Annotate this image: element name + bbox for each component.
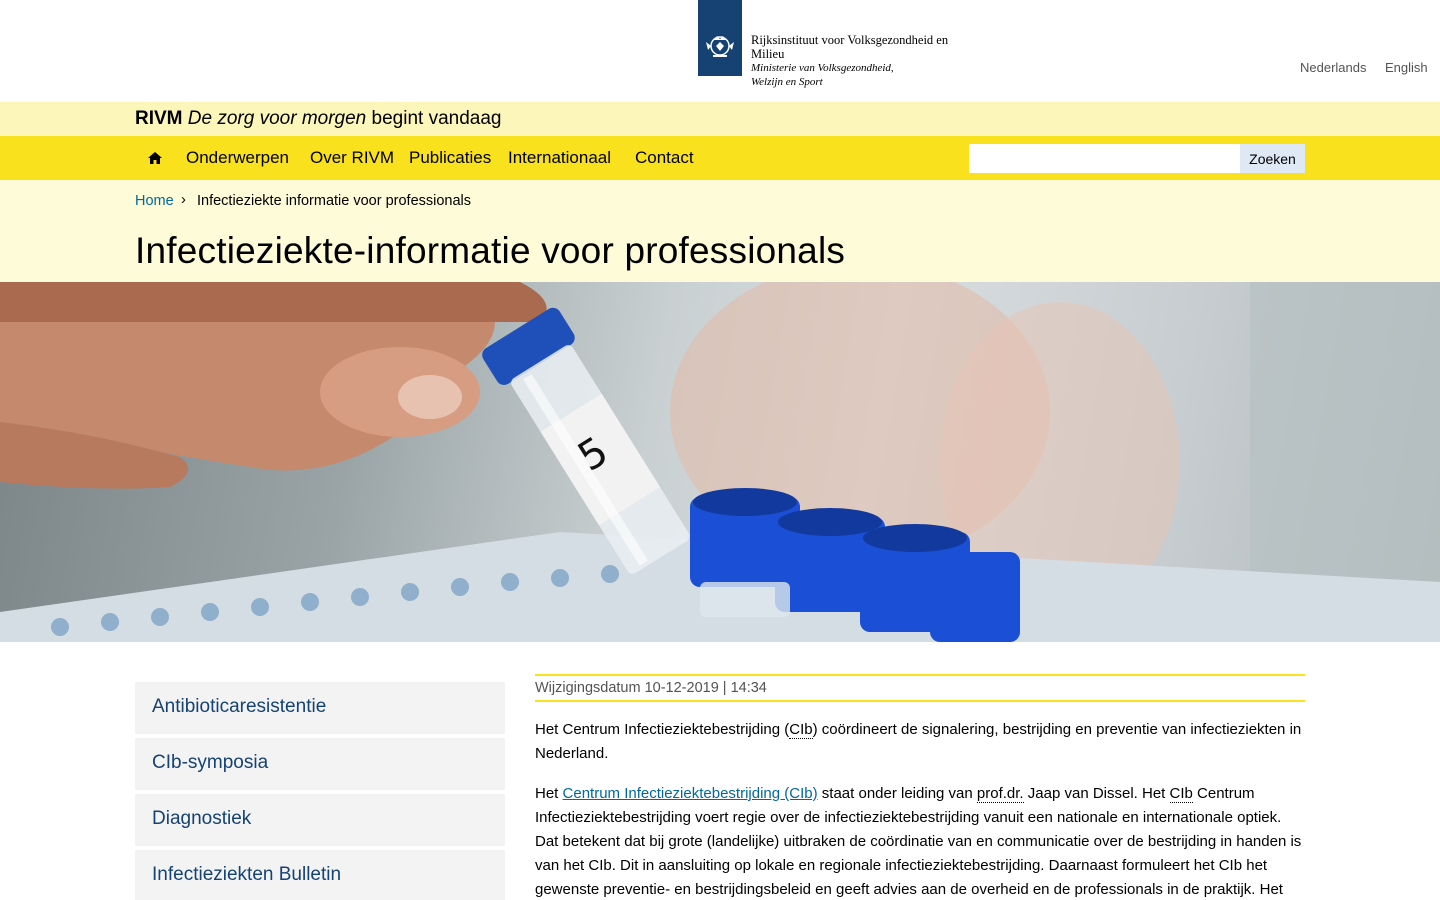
p1-text-a: Het Centrum Infectieziektebestrijding ( [535,721,790,738]
intro-paragraph: Het Centrum Infectieziektebestrijding (C… [535,718,1307,766]
slogan-brand: RIVM [135,108,183,129]
p2-text-b: staat onder leiding van [817,785,977,802]
cib-abbreviation: CIb [789,721,813,739]
slogan: RIVM De zorg voor morgen begint vandaag [135,108,501,130]
cib-abbreviation-2: CIb [1169,785,1193,803]
breadcrumb-current: Infectieziekte informatie voor professio… [197,193,472,209]
page-title: Infectieziekte-informatie voor professio… [135,230,846,271]
breadcrumb-home-link[interactable]: Home [135,193,174,209]
main-navigation: Onderwerpen Over RIVM Publicaties Intern… [0,136,1440,180]
sidebar-item-label: CIb-symposia [152,752,269,773]
nav-internationaal[interactable]: Internationaal [508,148,611,168]
nav-contact[interactable]: Contact [635,148,694,168]
slogan-italic: De zorg voor morgen [187,108,367,129]
language-nl-link[interactable]: Nederlands [1300,60,1367,75]
sidebar-item-infectieziekten-bulletin[interactable]: Infectieziekten Bulletin [135,850,505,900]
cib-link[interactable]: Centrum Infectieziektebestrijding (CIb) [563,785,818,802]
prof-dr-abbreviation: prof.dr. [976,785,1024,803]
breadcrumb-separator: › [181,192,186,208]
sidebar-item-antibioticaresistentie[interactable]: Antibioticaresistentie [135,682,505,734]
p2-text-a: Het [535,785,563,802]
sidebar-item-label: Antibioticaresistentie [152,696,327,717]
org-logo-text: Rijksinstituut voor Volksgezondheid en M… [751,33,956,89]
slogan-bar: RIVM De zorg voor morgen begint vandaag [0,102,1440,136]
home-icon[interactable] [147,150,163,166]
modification-date-bar: Wijzigingsdatum 10-12-2019 | 14:34 [535,674,1305,702]
language-en-link[interactable]: English [1385,60,1428,75]
coat-of-arms-icon [706,36,734,57]
body-paragraph: Het Centrum Infectieziektebestrijding (C… [535,782,1307,900]
nav-publicaties[interactable]: Publicaties [409,148,491,168]
nav-over-rivm[interactable]: Over RIVM [310,148,394,168]
ministry-name: Ministerie van Volksgezondheid, Welzijn … [751,62,894,88]
sidebar-item-cib-symposia[interactable]: CIb-symposia [135,738,505,790]
search-input[interactable] [969,144,1240,173]
nav-onderwerpen[interactable]: Onderwerpen [186,148,289,168]
p2-text-c: Jaap van Dissel. Het [1023,785,1170,802]
slogan-rest: begint vandaag [371,108,502,129]
title-band: Home › Infectieziekte informatie voor pr… [0,180,1440,282]
site-header: Rijksinstituut voor Volksgezondheid en M… [0,0,1440,102]
search-button[interactable]: Zoeken [1240,144,1305,173]
sidebar-item-label: Infectieziekten Bulletin [152,864,342,885]
hero-image: 5 [0,282,1440,642]
sidebar-item-label: Diagnostiek [152,808,252,829]
sidebar-item-diagnostiek[interactable]: Diagnostiek [135,794,505,846]
modification-date: Wijzigingsdatum 10-12-2019 | 14:34 [535,680,767,696]
org-name: Rijksinstituut voor Volksgezondheid en M… [751,33,949,61]
rijksoverheid-logo[interactable] [698,0,742,76]
